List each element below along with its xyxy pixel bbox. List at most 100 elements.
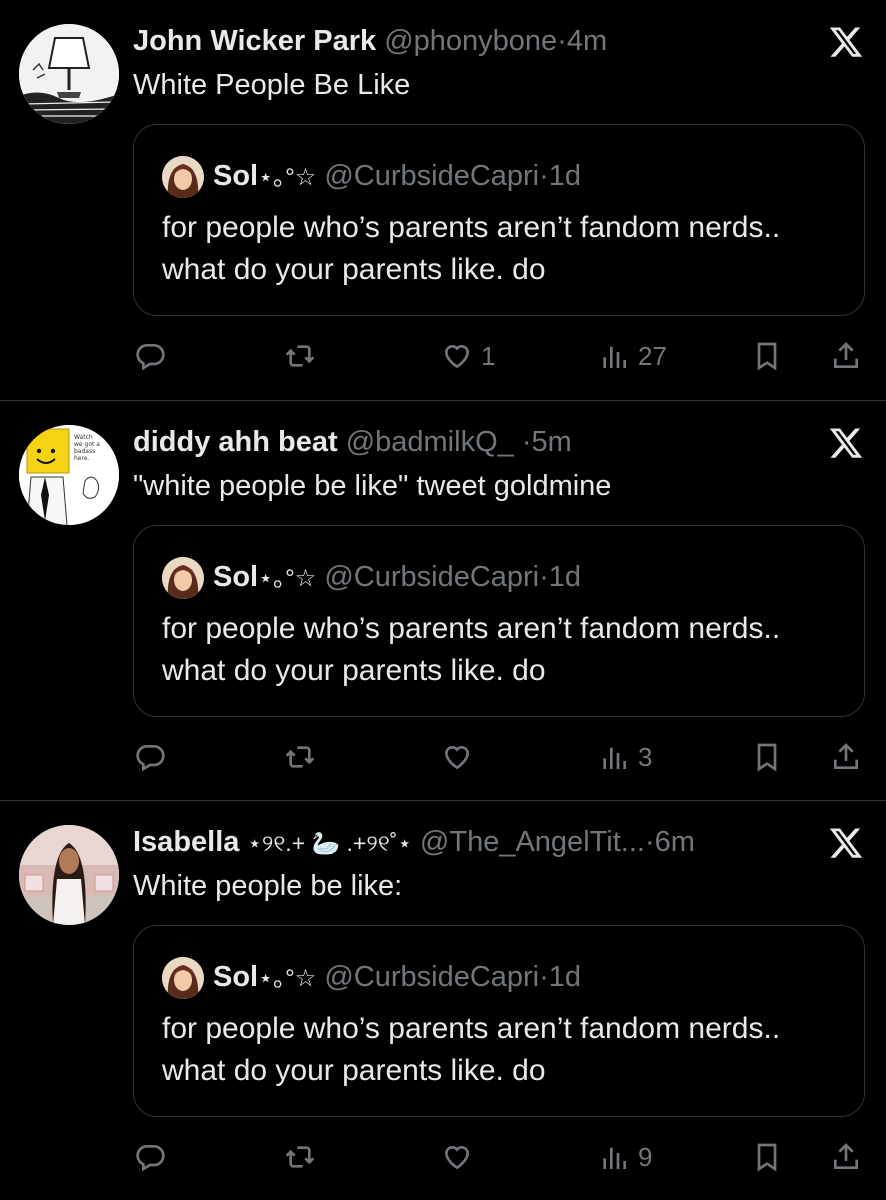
- separator-dot: ·: [557, 25, 567, 57]
- avatar[interactable]: Watch we got a badass here.: [19, 425, 119, 525]
- like-button[interactable]: 1: [441, 334, 495, 378]
- timestamp[interactable]: 5m: [532, 426, 572, 458]
- display-name[interactable]: diddy ahh beat: [133, 426, 338, 458]
- quoted-header: Sol⋆｡°☆ @CurbsideCapri·1d: [213, 156, 581, 198]
- name-decoration: ⋆୨୧.+ 🦢 .+୨୧˚⋆: [247, 830, 412, 856]
- quoted-text: for people who’s parents aren’t fandom n…: [162, 211, 781, 286]
- quoted-timestamp: 1d: [548, 961, 582, 993]
- share-button[interactable]: [830, 735, 862, 779]
- heart-icon: [444, 1145, 470, 1170]
- reply-icon: [136, 745, 165, 772]
- separator-dot: ·: [521, 426, 532, 458]
- quoted-display-name: Sol: [213, 561, 259, 593]
- like-count: 1: [481, 340, 496, 371]
- action-bar: 3: [0, 735, 886, 779]
- heart-icon: [444, 344, 470, 369]
- name-decoration: ⋆｡°☆: [258, 565, 317, 592]
- timestamp[interactable]: 6m: [655, 826, 695, 858]
- bookmark-button[interactable]: [751, 334, 783, 378]
- quoted-handle: @CurbsideCapri: [324, 561, 540, 593]
- reply-button[interactable]: [134, 735, 166, 779]
- views-icon: [603, 747, 626, 769]
- separator-dot: ·: [644, 826, 655, 858]
- bookmark-icon: [757, 1143, 777, 1172]
- svg-text:here.: here.: [74, 455, 90, 462]
- avatar[interactable]: [19, 24, 119, 124]
- roblox-noob-avatar: Watch we got a badass here.: [19, 425, 119, 525]
- svg-text:we got a: we got a: [74, 441, 100, 448]
- views-button[interactable]: 27: [598, 334, 667, 378]
- quoted-handle: @CurbsideCapri: [324, 961, 540, 993]
- quoted-text: for people who’s parents aren’t fandom n…: [162, 612, 781, 687]
- name-decoration: ⋆｡°☆: [258, 164, 317, 191]
- quoted-tweet[interactable]: Sol⋆｡°☆ @CurbsideCapri·1d for people who…: [133, 124, 865, 316]
- retweet-button[interactable]: [284, 735, 316, 779]
- quoted-timestamp: 1d: [548, 160, 582, 192]
- name-decoration: ⋆｡°☆: [258, 965, 317, 992]
- user-handle[interactable]: @badmilkQ_: [346, 426, 514, 458]
- user-handle[interactable]: @phonybone: [384, 25, 557, 57]
- share-icon: [834, 342, 858, 368]
- quoted-text: for people who’s parents aren’t fandom n…: [162, 1012, 781, 1087]
- like-button[interactable]: [441, 735, 481, 779]
- separator-dot: ·: [539, 561, 549, 593]
- view-count: 9: [638, 1141, 653, 1172]
- retweet-button[interactable]: [284, 1135, 316, 1179]
- quoted-tweet[interactable]: Sol⋆｡°☆ @CurbsideCapri·1d for people who…: [133, 925, 865, 1117]
- like-button[interactable]: [441, 1135, 481, 1179]
- reply-icon: [136, 1145, 165, 1172]
- retweet-icon: [285, 345, 315, 367]
- bookmark-button[interactable]: [751, 735, 783, 779]
- timestamp[interactable]: 4m: [567, 25, 607, 57]
- tweet-text: White people be like:: [133, 870, 403, 902]
- share-icon: [834, 743, 858, 769]
- display-name[interactable]: John Wicker Park: [133, 25, 376, 57]
- reply-button[interactable]: [134, 1135, 166, 1179]
- action-bar: 1 27: [0, 334, 886, 378]
- quoted-avatar: [162, 957, 204, 999]
- tweet-header: John Wicker Park @phonybone·4m: [133, 22, 816, 60]
- quoted-header: Sol⋆｡°☆ @CurbsideCapri·1d: [213, 957, 581, 999]
- share-icon: [834, 1143, 858, 1169]
- avatar[interactable]: [19, 825, 119, 925]
- x-logo-icon[interactable]: [828, 825, 864, 861]
- timeline-feed: John Wicker Park @phonybone·4m White Peo…: [0, 0, 886, 1200]
- reply-icon: [136, 344, 165, 371]
- lamp-sketch-avatar: [19, 24, 119, 124]
- svg-text:badass: badass: [74, 448, 95, 455]
- user-handle[interactable]: @The_AngelTit...: [420, 826, 645, 858]
- quoted-avatar: [162, 156, 204, 198]
- reply-button[interactable]: [134, 334, 166, 378]
- quoted-timestamp: 1d: [548, 561, 582, 593]
- quoted-avatar: [162, 557, 204, 599]
- bookmark-icon: [757, 743, 777, 772]
- view-count: 27: [638, 340, 667, 371]
- separator-dot: ·: [539, 961, 549, 993]
- retweet-icon: [285, 1146, 315, 1168]
- x-logo-icon[interactable]: [828, 24, 864, 60]
- share-button[interactable]: [830, 334, 862, 378]
- girl-photo-avatar: [19, 825, 119, 925]
- retweet-button[interactable]: [284, 334, 316, 378]
- views-icon: [603, 346, 626, 368]
- view-count: 3: [638, 741, 653, 772]
- retweet-icon: [285, 746, 315, 768]
- x-logo-icon[interactable]: [828, 425, 864, 461]
- share-button[interactable]: [830, 1135, 862, 1179]
- tweet[interactable]: Watch we got a badass here. diddy ahh be…: [0, 401, 886, 800]
- quoted-tweet[interactable]: Sol⋆｡°☆ @CurbsideCapri·1d for people who…: [133, 525, 865, 717]
- tweet[interactable]: John Wicker Park @phonybone·4m White Peo…: [0, 0, 886, 400]
- views-button[interactable]: 9: [598, 1135, 652, 1179]
- display-name[interactable]: Isabella: [133, 826, 239, 858]
- action-bar: 9: [0, 1135, 886, 1179]
- bookmark-icon: [757, 342, 777, 371]
- bookmark-button[interactable]: [751, 1135, 783, 1179]
- heart-icon: [444, 745, 470, 770]
- views-button[interactable]: 3: [598, 735, 652, 779]
- svg-text:Watch: Watch: [74, 434, 93, 441]
- tweet-header: diddy ahh beat @badmilkQ_ ·5m: [133, 423, 816, 461]
- quoted-display-name: Sol: [213, 160, 259, 192]
- quoted-handle: @CurbsideCapri: [324, 160, 540, 192]
- tweet-text: "white people be like" tweet goldmine: [133, 470, 612, 502]
- tweet[interactable]: Isabella ⋆୨୧.+ 🦢 .+୨୧˚⋆ @The_AngelTit...…: [0, 801, 886, 1200]
